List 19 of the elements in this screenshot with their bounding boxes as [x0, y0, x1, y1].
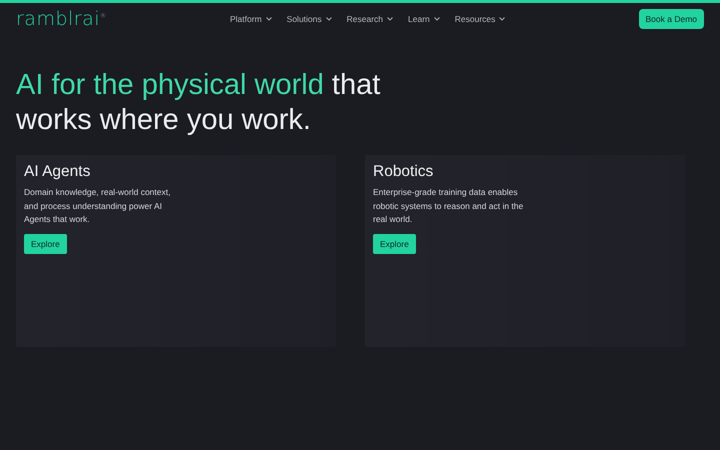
nav-menu[interactable]: Learn: [408, 14, 440, 24]
nav-menu[interactable]: Research: [346, 14, 394, 24]
chevron-down-icon: [499, 17, 506, 21]
logo[interactable]: ramblrai$^{®}$: [16, 8, 107, 30]
chevron-down-icon: [326, 17, 332, 21]
card-title: AI Agents: [24, 163, 92, 181]
nav-menu[interactable]: Platform: [230, 14, 272, 24]
nav-menu[interactable]: Resources: [454, 14, 506, 24]
chevron-down-icon: [434, 17, 440, 21]
explore-button[interactable]: Explore: [373, 234, 416, 254]
book-demo-button[interactable]: Book a Demo: [638, 9, 704, 29]
card-title: Robotics: [373, 163, 434, 181]
card-description: Domain knowledge, real-world context, and process understanding power AI Agents that work.: [24, 186, 172, 226]
chevron-down-icon: [266, 17, 272, 21]
chevron-down-icon: [387, 17, 394, 21]
headline: AI for the physical world that works where you work.: [16, 68, 382, 138]
card-description: Enterprise-grade training data enables robotic systems to reason and act in the real world.: [373, 186, 524, 226]
nav-menu[interactable]: Solutions: [286, 14, 332, 24]
explore-button[interactable]: Explore: [24, 234, 67, 254]
